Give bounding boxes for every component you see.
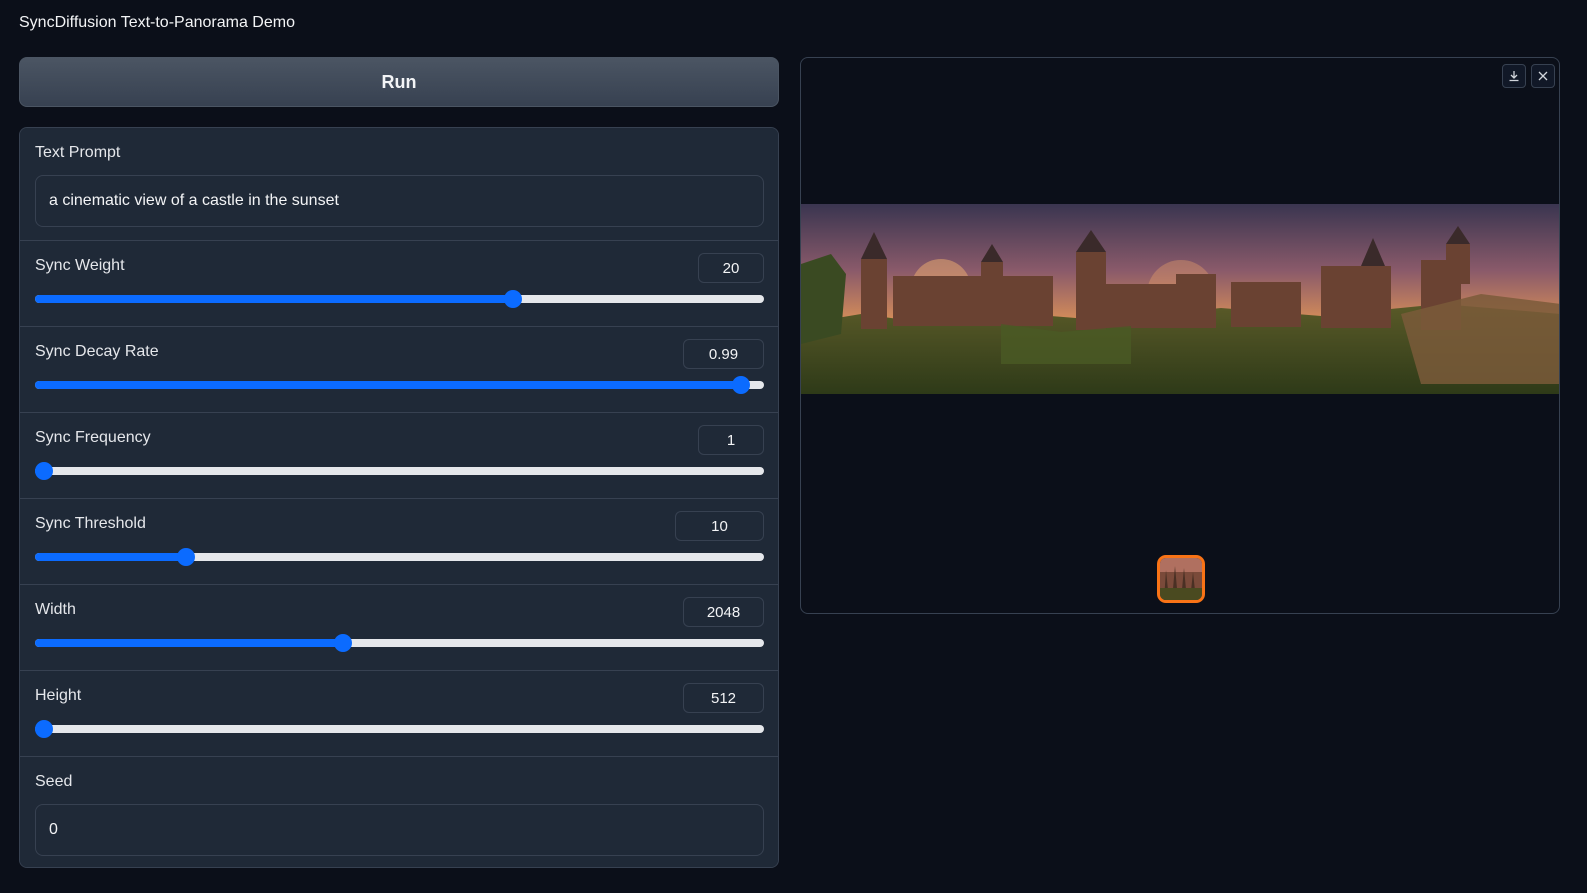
run-button[interactable]: Run	[19, 57, 779, 107]
sync-weight-slider[interactable]	[35, 290, 764, 308]
sync-frequency-number-input[interactable]: 1	[698, 425, 764, 455]
width-slider-fill	[35, 639, 343, 647]
sync-threshold-slider-handle[interactable]	[177, 548, 195, 566]
slider-block-sync-threshold: Sync Threshold 10	[20, 499, 778, 585]
sync-threshold-slider[interactable]	[35, 548, 764, 566]
slider-block-sync-frequency: Sync Frequency 1	[20, 413, 778, 499]
sync-threshold-label: Sync Threshold	[35, 515, 146, 532]
sync-decay-rate-label: Sync Decay Rate	[35, 343, 159, 360]
width-number-input[interactable]: 2048	[683, 597, 764, 627]
sync-weight-slider-handle[interactable]	[504, 290, 522, 308]
height-slider[interactable]	[35, 720, 764, 738]
close-icon[interactable]	[1531, 64, 1555, 88]
panorama-image	[801, 204, 1559, 394]
text-prompt-block: Text Prompt a cinematic view of a castle…	[20, 128, 778, 241]
seed-label: Seed	[35, 773, 73, 790]
slider-block-sync-weight: Sync Weight 20	[20, 241, 778, 327]
output-gallery	[800, 57, 1560, 614]
seed-input[interactable]: 0	[35, 804, 764, 856]
sync-weight-label: Sync Weight	[35, 257, 125, 274]
width-slider[interactable]	[35, 634, 764, 652]
sync-threshold-number-input[interactable]: 10	[675, 511, 764, 541]
sync-decay-rate-slider-fill	[35, 381, 741, 389]
width-label: Width	[35, 601, 76, 618]
seed-block: Seed 0	[20, 757, 778, 867]
slider-block-height: Height 512	[20, 671, 778, 757]
gallery-thumbnail[interactable]	[1157, 555, 1205, 603]
settings-panel: Text Prompt a cinematic view of a castle…	[19, 127, 779, 868]
sync-frequency-slider[interactable]	[35, 462, 764, 480]
app-title: SyncDiffusion Text-to-Panorama Demo	[19, 14, 295, 31]
slider-block-sync-decay-rate: Sync Decay Rate 0.99	[20, 327, 778, 413]
width-slider-handle[interactable]	[334, 634, 352, 652]
height-number-input[interactable]: 512	[683, 683, 764, 713]
download-icon[interactable]	[1502, 64, 1526, 88]
text-prompt-label: Text Prompt	[35, 144, 121, 161]
height-slider-handle[interactable]	[35, 720, 53, 738]
sync-weight-number-input[interactable]: 20	[698, 253, 764, 283]
sync-frequency-label: Sync Frequency	[35, 429, 151, 446]
text-prompt-input[interactable]: a cinematic view of a castle in the suns…	[35, 175, 764, 227]
sync-frequency-slider-handle[interactable]	[35, 462, 53, 480]
height-label: Height	[35, 687, 82, 704]
sync-weight-slider-fill	[35, 295, 513, 303]
sync-decay-rate-slider-handle[interactable]	[732, 376, 750, 394]
sync-threshold-slider-fill	[35, 553, 186, 561]
sync-decay-rate-slider[interactable]	[35, 376, 764, 394]
sync-decay-rate-number-input[interactable]: 0.99	[683, 339, 764, 369]
slider-block-width: Width 2048	[20, 585, 778, 671]
